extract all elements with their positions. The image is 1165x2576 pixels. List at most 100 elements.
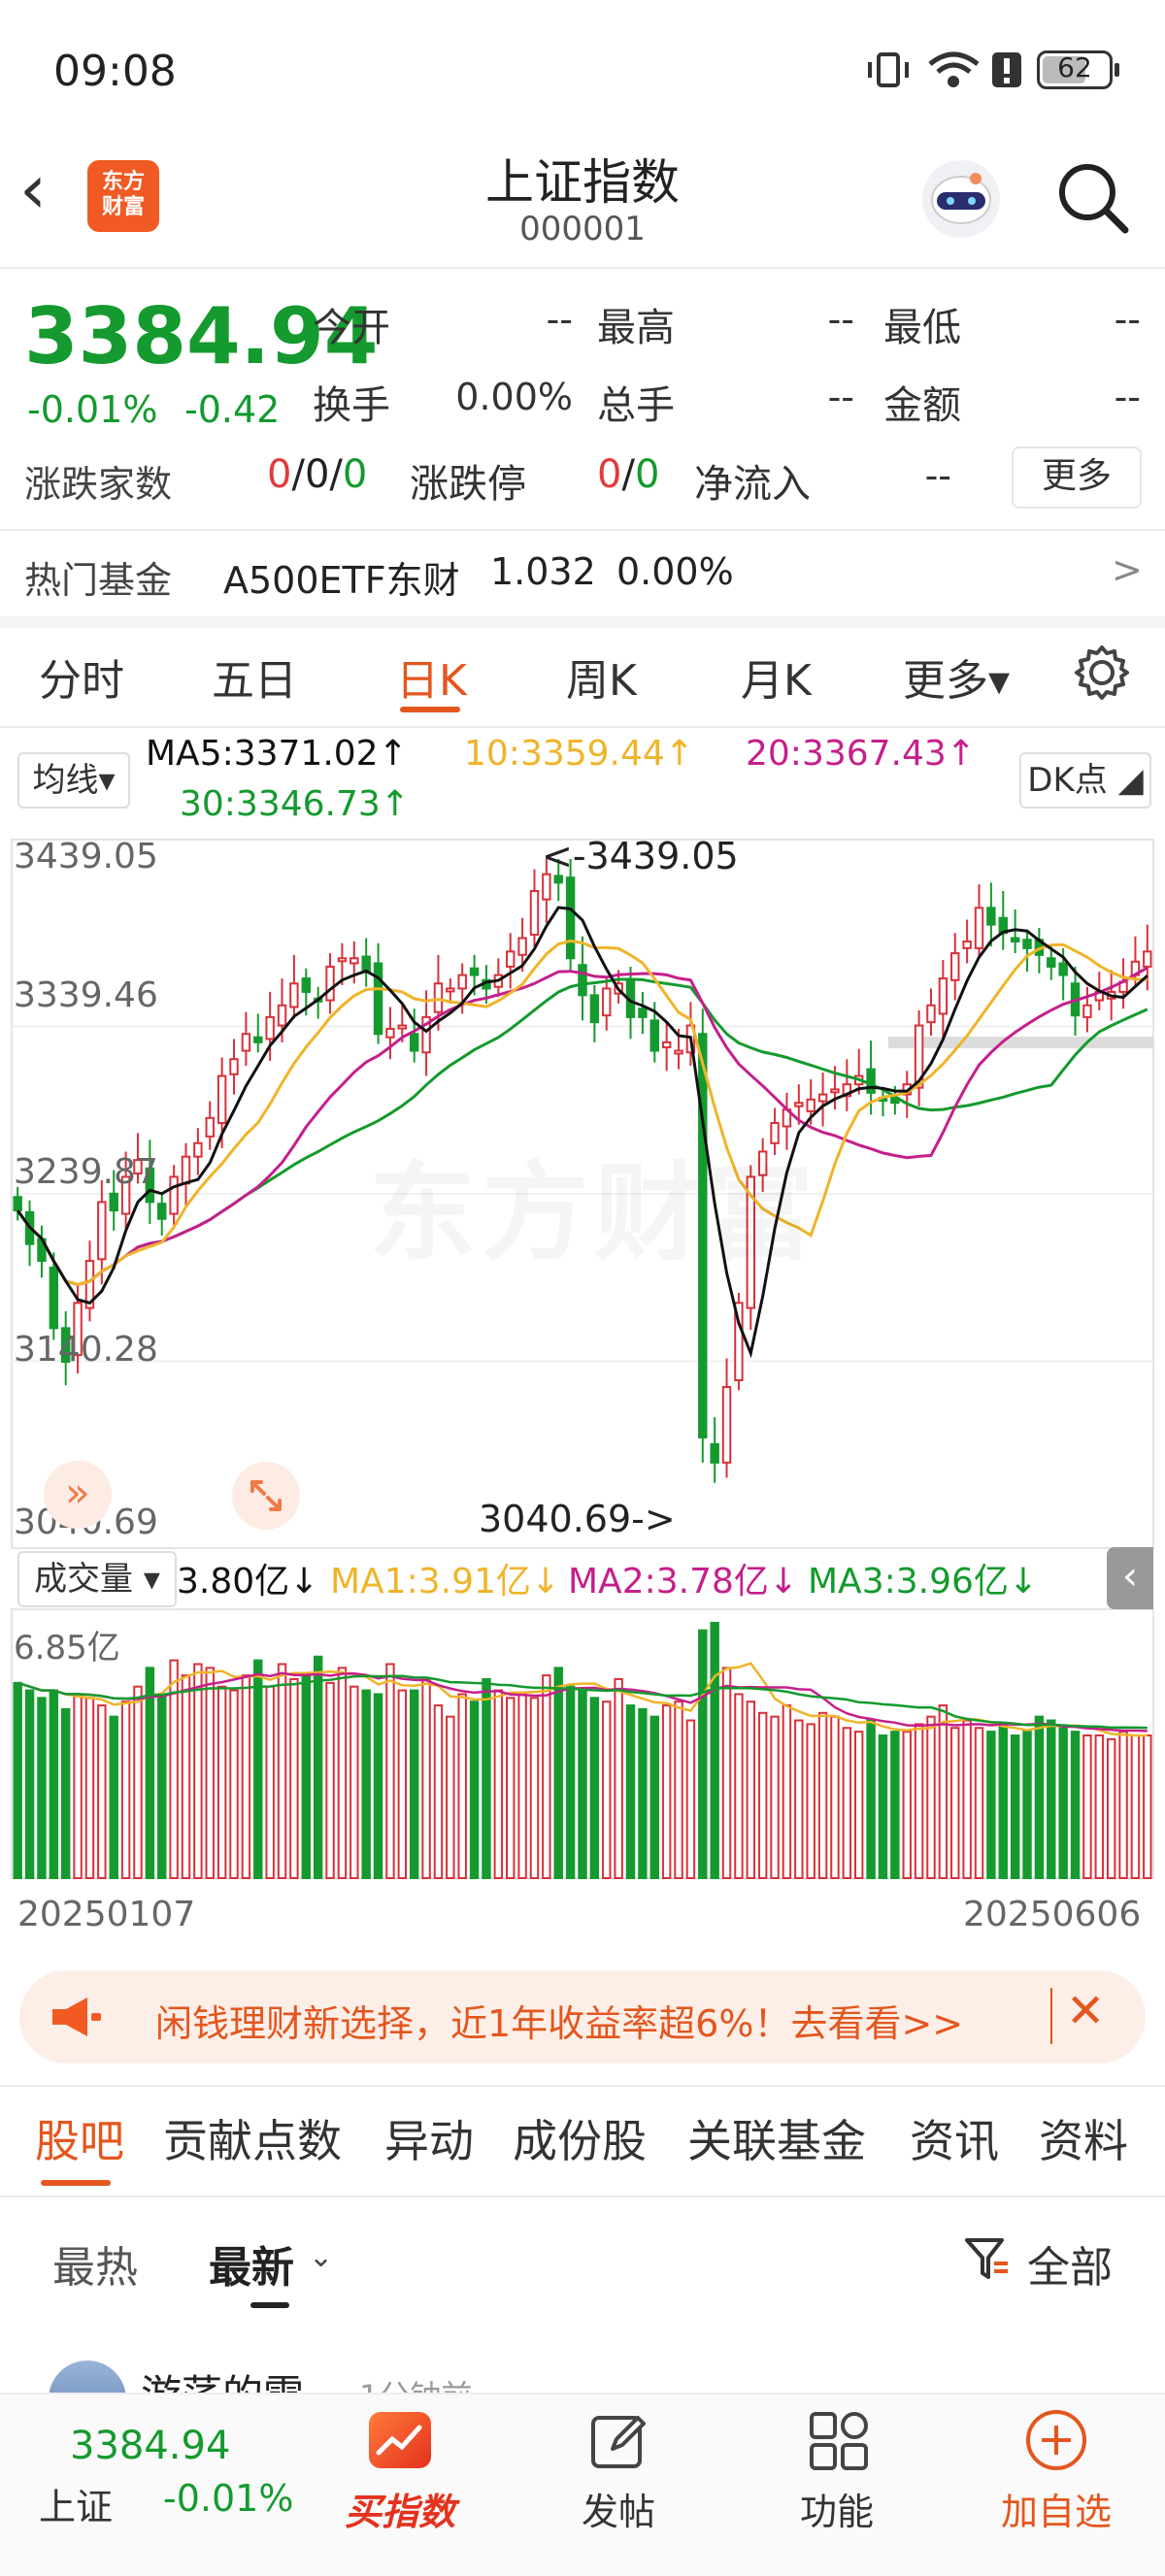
- candle: [950, 952, 960, 981]
- volume-bar: [133, 1685, 143, 1879]
- candle: [457, 974, 467, 990]
- hot-fund-row[interactable]: 热门基金 A500ETF东财 1.032 0.00% >: [0, 529, 1165, 616]
- volume-bar: [469, 1701, 480, 1879]
- volume-bar: [674, 1701, 683, 1879]
- tab-daily-k[interactable]: 日K: [396, 645, 467, 708]
- volume-bar: [361, 1689, 371, 1879]
- tab-more[interactable]: 更多▾: [903, 645, 1010, 708]
- total-hand-value: --: [827, 376, 854, 418]
- sort-underline: [250, 2302, 289, 2308]
- section-gap: [0, 616, 1165, 628]
- candle: [794, 1102, 804, 1107]
- tab-movement[interactable]: 异动: [384, 2106, 474, 2170]
- header-divider: [0, 267, 1165, 269]
- tab-related-funds[interactable]: 关联基金: [687, 2106, 866, 2170]
- volume-bar: [1070, 1731, 1081, 1880]
- nav-index-price[interactable]: 3384.94: [70, 2424, 230, 2468]
- limit-label: 涨跌停: [410, 462, 526, 507]
- volume-bar: [854, 1731, 864, 1880]
- dk-point-button[interactable]: DK点 ◢: [1019, 752, 1151, 809]
- volume-bar: [517, 1693, 527, 1880]
- kline-chart[interactable]: [0, 825, 1165, 1932]
- high-label: 最高: [597, 306, 675, 350]
- sort-new[interactable]: 最新: [209, 2232, 294, 2295]
- volume-bar: [216, 1685, 227, 1879]
- volume-bar: [241, 1674, 251, 1879]
- net-inflow-value: --: [924, 454, 951, 497]
- settings-gear-icon[interactable]: [1073, 644, 1131, 702]
- volume-bar: [782, 1704, 792, 1880]
- candle: [1047, 957, 1056, 968]
- candle: [289, 982, 299, 1008]
- candle: [216, 1074, 227, 1125]
- volume-bar: [734, 1693, 744, 1880]
- buy-index-icon[interactable]: [369, 2412, 431, 2468]
- candle: [578, 964, 587, 997]
- post-edit-icon[interactable]: [587, 2410, 649, 2472]
- nav-buy-index[interactable]: 买指数: [313, 2482, 487, 2535]
- candle: [1143, 950, 1152, 968]
- candle: [97, 1201, 107, 1261]
- tab-constituents[interactable]: 成份股: [513, 2106, 647, 2170]
- functions-grid-icon[interactable]: [808, 2410, 870, 2472]
- volume-bar: [457, 1693, 467, 1880]
- y-tick-label: 3140.28: [14, 1330, 158, 1370]
- filter-all[interactable]: 全部: [1027, 2232, 1113, 2295]
- ma20-label: 20:3367.43↑: [746, 734, 976, 774]
- tab-profile[interactable]: 资料: [1039, 2106, 1128, 2170]
- candle: [157, 1203, 167, 1220]
- volume-bar: [446, 1715, 455, 1880]
- volume-bar: [842, 1727, 852, 1880]
- volume-bar: [806, 1723, 816, 1879]
- volume-bar: [1106, 1737, 1116, 1880]
- volume-bar: [385, 1663, 395, 1879]
- tab-monthly-k[interactable]: 月K: [741, 645, 812, 708]
- chevron-right-icon: >: [1112, 548, 1143, 591]
- assistant-robot-icon[interactable]: [917, 155, 1005, 243]
- volume-bar: [938, 1704, 949, 1880]
- volume-bar: [1082, 1734, 1092, 1879]
- tab-contribution[interactable]: 贡献点数: [163, 2106, 342, 2170]
- candle: [361, 955, 371, 974]
- nav-index-name[interactable]: 上证: [39, 2477, 113, 2530]
- ad-banner[interactable]: 闲钱理财新选择，近1年收益率超6%！去看看>> ✕: [19, 1970, 1146, 2064]
- tab-intraday[interactable]: 分时: [39, 645, 124, 708]
- volume-bar: [84, 1697, 95, 1879]
- expand-right-icon[interactable]: »: [44, 1461, 112, 1529]
- filter-icon[interactable]: [963, 2234, 1010, 2285]
- nav-post[interactable]: 发帖: [531, 2482, 706, 2535]
- dk-zone-band: [888, 1037, 1153, 1048]
- open-value: --: [546, 298, 573, 341]
- close-icon[interactable]: ✕: [1066, 1984, 1105, 2038]
- tab-news[interactable]: 资讯: [910, 2106, 999, 2170]
- nav-add-watchlist[interactable]: 加自选: [969, 2482, 1144, 2535]
- volume-bar: [878, 1734, 888, 1879]
- volume-bar: [109, 1715, 118, 1880]
- volume-bar: [145, 1667, 155, 1879]
- candle: [649, 1019, 659, 1052]
- candle: [866, 1068, 876, 1094]
- more-quote-button[interactable]: 更多: [1012, 446, 1142, 509]
- candle: [721, 1385, 732, 1464]
- nav-functions[interactable]: 功能: [749, 2482, 924, 2535]
- volume-bar: [1130, 1734, 1141, 1879]
- fullscreen-icon[interactable]: [231, 1461, 301, 1531]
- amount-value: --: [1114, 376, 1141, 418]
- collapse-panel-icon[interactable]: ‹: [1107, 1547, 1153, 1609]
- megaphone-icon: [52, 1998, 101, 2036]
- candle: [325, 965, 335, 1002]
- ma-indicator-select[interactable]: 均线▾: [17, 752, 130, 809]
- volume-bar: [13, 1681, 22, 1880]
- tab-weekly-k[interactable]: 周K: [566, 645, 637, 708]
- tab-five-day[interactable]: 五日: [212, 645, 297, 708]
- volume-indicator-select[interactable]: 成交量 ▾: [17, 1551, 177, 1607]
- change-percent: -0.01%: [27, 388, 158, 431]
- volume-bar: [866, 1719, 876, 1879]
- sort-hot[interactable]: 最热: [52, 2232, 138, 2295]
- volume-bar: [1094, 1734, 1105, 1879]
- tab-guba[interactable]: 股吧: [35, 2106, 124, 2170]
- search-icon[interactable]: [1053, 158, 1131, 236]
- nav-index-change[interactable]: -0.01%: [163, 2477, 293, 2520]
- candle: [301, 977, 311, 993]
- add-watchlist-icon[interactable]: [1024, 2408, 1088, 2472]
